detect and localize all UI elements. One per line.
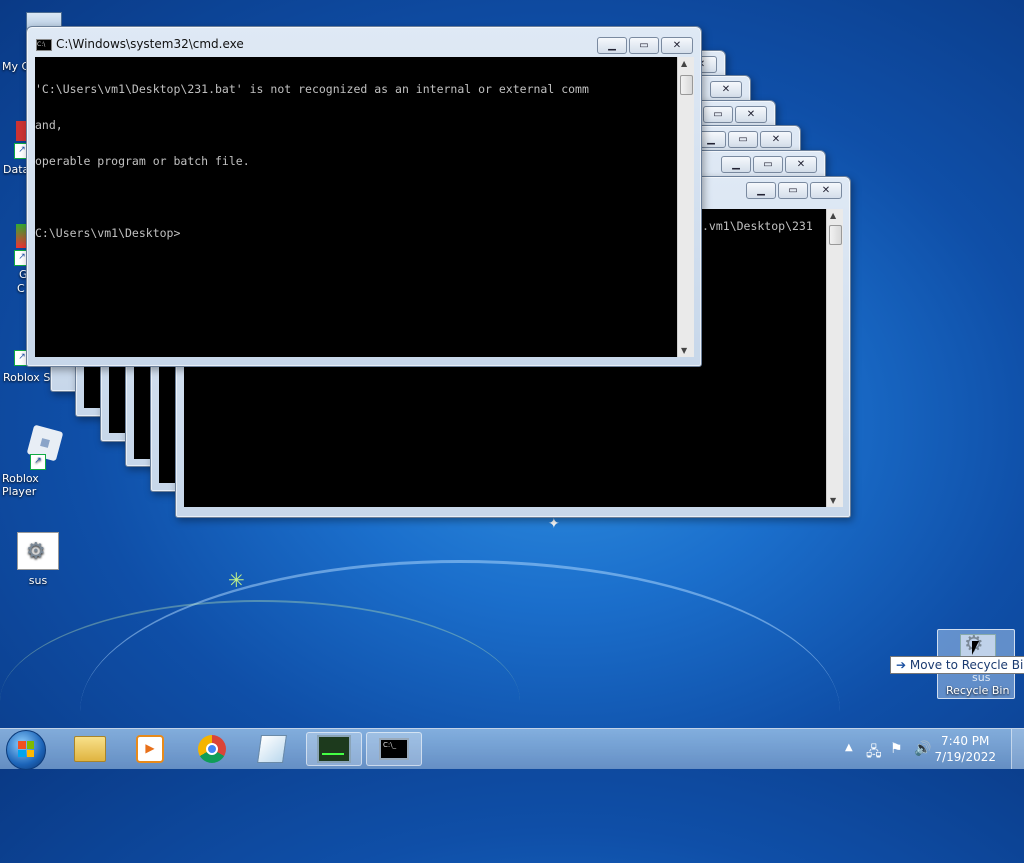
cmd-icon: C:\_ (379, 738, 409, 760)
wallpaper-sparkle-2: ✳ (228, 568, 245, 592)
window-controls: ▭ ✕ (703, 106, 767, 123)
scroll-down-arrow-icon[interactable]: ▼ (681, 346, 687, 355)
wallpaper-sparkle: ✦ (548, 516, 560, 532)
clock-time: 7:40 PM (941, 734, 990, 748)
scroll-up-arrow-icon[interactable]: ▲ (681, 59, 687, 68)
drag-tooltip: ➔ Move to Recycle Bin (890, 656, 1024, 674)
scroll-thumb[interactable] (680, 75, 693, 95)
vertical-scrollbar[interactable]: ▲ ▼ (677, 57, 694, 357)
clock[interactable]: 7:40 PM 7/19/2022 (934, 733, 996, 765)
window-controls: ▁ ▭ ✕ (696, 131, 792, 148)
minimize-button[interactable]: ▁ (597, 37, 627, 54)
scroll-down-arrow-icon[interactable]: ▼ (830, 496, 836, 505)
console-line: operable program or batch file. (35, 154, 250, 168)
desktop-icon-label: C (17, 282, 25, 295)
minimize-button[interactable]: ▁ (746, 182, 776, 199)
scroll-up-arrow-icon[interactable]: ▲ (830, 211, 836, 220)
chrome-icon (198, 735, 226, 763)
taskbar-explorer[interactable] (62, 732, 118, 766)
volume-icon[interactable]: 🔊 (914, 741, 931, 757)
show-hidden-icons-icon[interactable]: ▲ (845, 742, 853, 753)
close-button[interactable]: ✕ (785, 156, 817, 173)
wallpaper-swoosh-2 (0, 600, 520, 802)
task-manager-icon (317, 735, 351, 763)
window-controls: ▁ ▭ ✕ (746, 182, 842, 199)
desktop-icon-roblox-player[interactable]: ↗ Roblox Player (0, 424, 76, 498)
scroll-thumb[interactable] (829, 225, 842, 245)
taskbar-task-manager[interactable] (306, 732, 362, 766)
vertical-scrollbar[interactable]: ▲ ▼ (826, 209, 843, 507)
maximize-button[interactable]: ▭ (753, 156, 783, 173)
show-desktop-button[interactable] (1011, 729, 1024, 769)
network-icon[interactable]: 🖧 (866, 741, 882, 765)
app-icon (16, 224, 26, 248)
notepad-icon (257, 735, 287, 763)
console-line: and, (35, 118, 63, 132)
desktop-icon-label: Roblox Player (2, 472, 39, 498)
shortcut-arrow-icon: ↗ (30, 454, 46, 470)
console-line: 'C:\Users\vm1\Desktop\231.bat' is not re… (35, 82, 589, 96)
desktop-icon-label: Roblox St (3, 371, 55, 384)
wallpaper-swoosh (80, 560, 840, 863)
window-title: C:\Windows\system32\cmd.exe (56, 37, 244, 51)
close-button[interactable]: ✕ (760, 131, 792, 148)
taskbar-chrome[interactable] (184, 732, 240, 766)
close-button[interactable]: ✕ (661, 37, 693, 54)
close-button[interactable]: ✕ (735, 106, 767, 123)
taskbar-cmd[interactable]: C:\_ (366, 732, 422, 766)
taskbar-media-player[interactable]: ▶ (122, 732, 178, 766)
mouse-cursor-icon (972, 641, 979, 655)
roblox-icon: ↗ (16, 424, 64, 470)
folder-icon (74, 736, 106, 762)
maximize-button[interactable]: ▭ (778, 182, 808, 199)
maximize-button[interactable]: ▭ (703, 106, 733, 123)
app-icon (16, 121, 26, 141)
window-controls: ▁ ▭ ✕ (597, 37, 693, 54)
media-player-icon: ▶ (136, 735, 164, 763)
minimize-button[interactable]: ▁ (721, 156, 751, 173)
console-text: .vm1\Desktop\231 (702, 219, 813, 233)
console-prompt: C:\Users\vm1\Desktop> (35, 226, 181, 240)
windows-logo-icon (18, 741, 34, 757)
maximize-button[interactable]: ▭ (728, 131, 758, 148)
clock-date: 7/19/2022 (934, 750, 996, 764)
taskbar: ▶ C:\_ ▲ 🖧 ⚑ 🔊 7:40 PM 7/19/2022 (0, 728, 1024, 770)
taskbar-notepad[interactable] (244, 732, 300, 766)
recycle-bin-label: Recycle Bin (946, 684, 1010, 697)
gear-file-icon: ⚙ (17, 532, 59, 570)
start-button[interactable] (6, 730, 46, 770)
action-center-flag-icon[interactable]: ⚑ (890, 741, 903, 757)
console-area[interactable]: 'C:\Users\vm1\Desktop\231.bat' is not re… (35, 57, 677, 357)
desktop-icon-label: sus (28, 574, 48, 587)
maximize-button[interactable]: ▭ (629, 37, 659, 54)
window-controls: ▁ ▭ ✕ (721, 156, 817, 173)
cmd-icon: C:\ (36, 39, 52, 51)
window-controls: ✕ (710, 81, 742, 98)
desktop-icon-sus[interactable]: ⚙ sus (0, 532, 76, 587)
close-button[interactable]: ✕ (810, 182, 842, 199)
close-button[interactable]: ✕ (710, 81, 742, 98)
arrow-right-icon: ➔ (896, 658, 907, 672)
tooltip-text: Move to Recycle Bin (909, 658, 1024, 672)
cmd-window-front[interactable]: C:\ C:\Windows\system32\cmd.exe ▁ ▭ ✕ 'C… (26, 26, 702, 367)
